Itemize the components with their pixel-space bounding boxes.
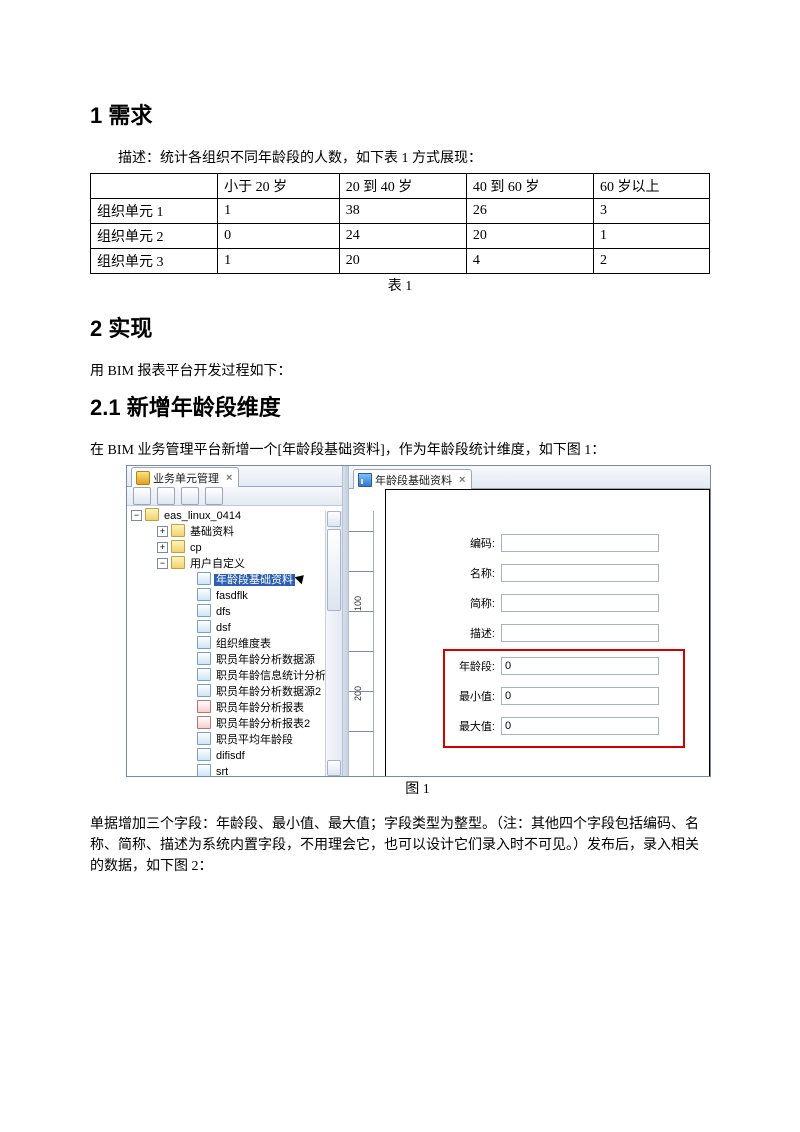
left-toolbar xyxy=(127,487,342,506)
paragraph: 单据增加三个字段：年龄段、最小值、最大值；字段类型为整型。（注：其他四个字段包括… xyxy=(90,814,710,877)
table-caption: 表 1 xyxy=(90,276,710,297)
toolbar-button[interactable] xyxy=(181,487,199,505)
label-age: 年龄段: xyxy=(455,658,495,674)
toolbar-button[interactable] xyxy=(205,487,223,505)
file-icon xyxy=(197,716,211,729)
splitter[interactable] xyxy=(342,466,349,776)
table-row: 组织单元 3 1 20 4 2 xyxy=(91,249,710,274)
toolbar-button[interactable] xyxy=(133,487,151,505)
tab-age-data[interactable]: 年龄段基础资料 × xyxy=(353,469,472,489)
file-icon xyxy=(197,748,211,761)
cursor-icon xyxy=(297,573,307,585)
chart-icon xyxy=(358,473,372,487)
input-abbr[interactable] xyxy=(501,594,659,612)
table-row: 组织单元 2 0 24 20 1 xyxy=(91,224,710,249)
paragraph: 在 BIM 业务管理平台新增一个[年龄段基础资料]，作为年龄段统计维度，如下图 … xyxy=(90,440,710,461)
table-row: 小于 20 岁 20 到 40 岁 40 到 60 岁 60 岁以上 xyxy=(91,174,710,199)
label-code: 编码: xyxy=(455,535,495,551)
folder-icon xyxy=(171,524,185,537)
file-icon xyxy=(197,684,211,697)
tab-business-unit[interactable]: 业务单元管理 × xyxy=(131,467,239,487)
ruler-vertical: 100 200 xyxy=(349,511,374,776)
left-pane: 业务单元管理 × −eas_linux_0414 +基础资料 xyxy=(127,466,342,776)
label-name: 名称: xyxy=(455,565,495,581)
input-min[interactable]: 0 xyxy=(501,687,659,705)
desc-paragraph: 描述：统计各组织不同年龄段的人数，如下表 1 方式展现： xyxy=(90,148,710,169)
tree-item-selected[interactable]: 年龄段基础资料 xyxy=(214,574,295,586)
figure-caption: 图 1 xyxy=(126,779,709,800)
file-icon xyxy=(197,636,211,649)
input-name[interactable] xyxy=(501,564,659,582)
file-icon xyxy=(197,700,211,713)
toolbar-button[interactable] xyxy=(157,487,175,505)
heading-1: 1 需求 xyxy=(90,98,710,130)
table-row: 组织单元 1 1 38 26 3 xyxy=(91,199,710,224)
file-icon xyxy=(197,732,211,745)
input-code[interactable] xyxy=(501,534,659,552)
file-icon xyxy=(197,604,211,617)
tree-view[interactable]: −eas_linux_0414 +基础资料 +cp −用户自定义 年龄段基础资料… xyxy=(127,506,342,776)
input-desc[interactable] xyxy=(501,624,659,642)
collapse-icon[interactable]: − xyxy=(157,558,168,569)
right-tabbar: 年龄段基础资料 × xyxy=(349,466,710,489)
file-icon xyxy=(197,668,211,681)
embedded-screenshot: 业务单元管理 × −eas_linux_0414 +基础资料 xyxy=(126,465,711,777)
label-desc: 描述: xyxy=(455,625,495,641)
left-tabbar: 业务单元管理 × xyxy=(127,466,342,487)
file-icon xyxy=(197,620,211,633)
heading-2: 2 实现 xyxy=(90,311,710,343)
scrollbar-vertical[interactable] xyxy=(325,511,342,776)
database-icon xyxy=(136,471,150,485)
paragraph: 用 BIM 报表平台开发过程如下： xyxy=(90,361,710,382)
expand-icon[interactable]: + xyxy=(157,542,168,553)
folder-icon xyxy=(171,540,185,553)
file-icon xyxy=(197,588,211,601)
label-max: 最大值: xyxy=(455,718,495,734)
right-pane: 年龄段基础资料 × 100 200 300 40 xyxy=(349,466,710,776)
input-age[interactable]: 0 xyxy=(501,657,659,675)
close-icon[interactable]: × xyxy=(226,472,232,484)
collapse-icon[interactable]: − xyxy=(131,510,142,521)
folder-icon xyxy=(145,508,159,521)
close-icon[interactable]: × xyxy=(459,474,465,486)
file-icon xyxy=(197,652,211,665)
file-icon xyxy=(197,572,211,585)
folder-icon xyxy=(171,556,185,569)
scrollbar-thumb[interactable] xyxy=(327,529,341,611)
expand-icon[interactable]: + xyxy=(157,526,168,537)
file-icon xyxy=(197,764,211,776)
input-max[interactable]: 0 xyxy=(501,717,659,735)
design-canvas[interactable]: 编码: 名称: 简称: 描述: 年龄段: 0 最小值: 0 最大值: 0 xyxy=(375,489,710,776)
label-abbr: 简称: xyxy=(455,595,495,611)
table-1: 小于 20 岁 20 到 40 岁 40 到 60 岁 60 岁以上 组织单元 … xyxy=(90,173,710,274)
label-min: 最小值: xyxy=(455,688,495,704)
heading-2-1: 2.1 新增年龄段维度 xyxy=(90,390,710,422)
